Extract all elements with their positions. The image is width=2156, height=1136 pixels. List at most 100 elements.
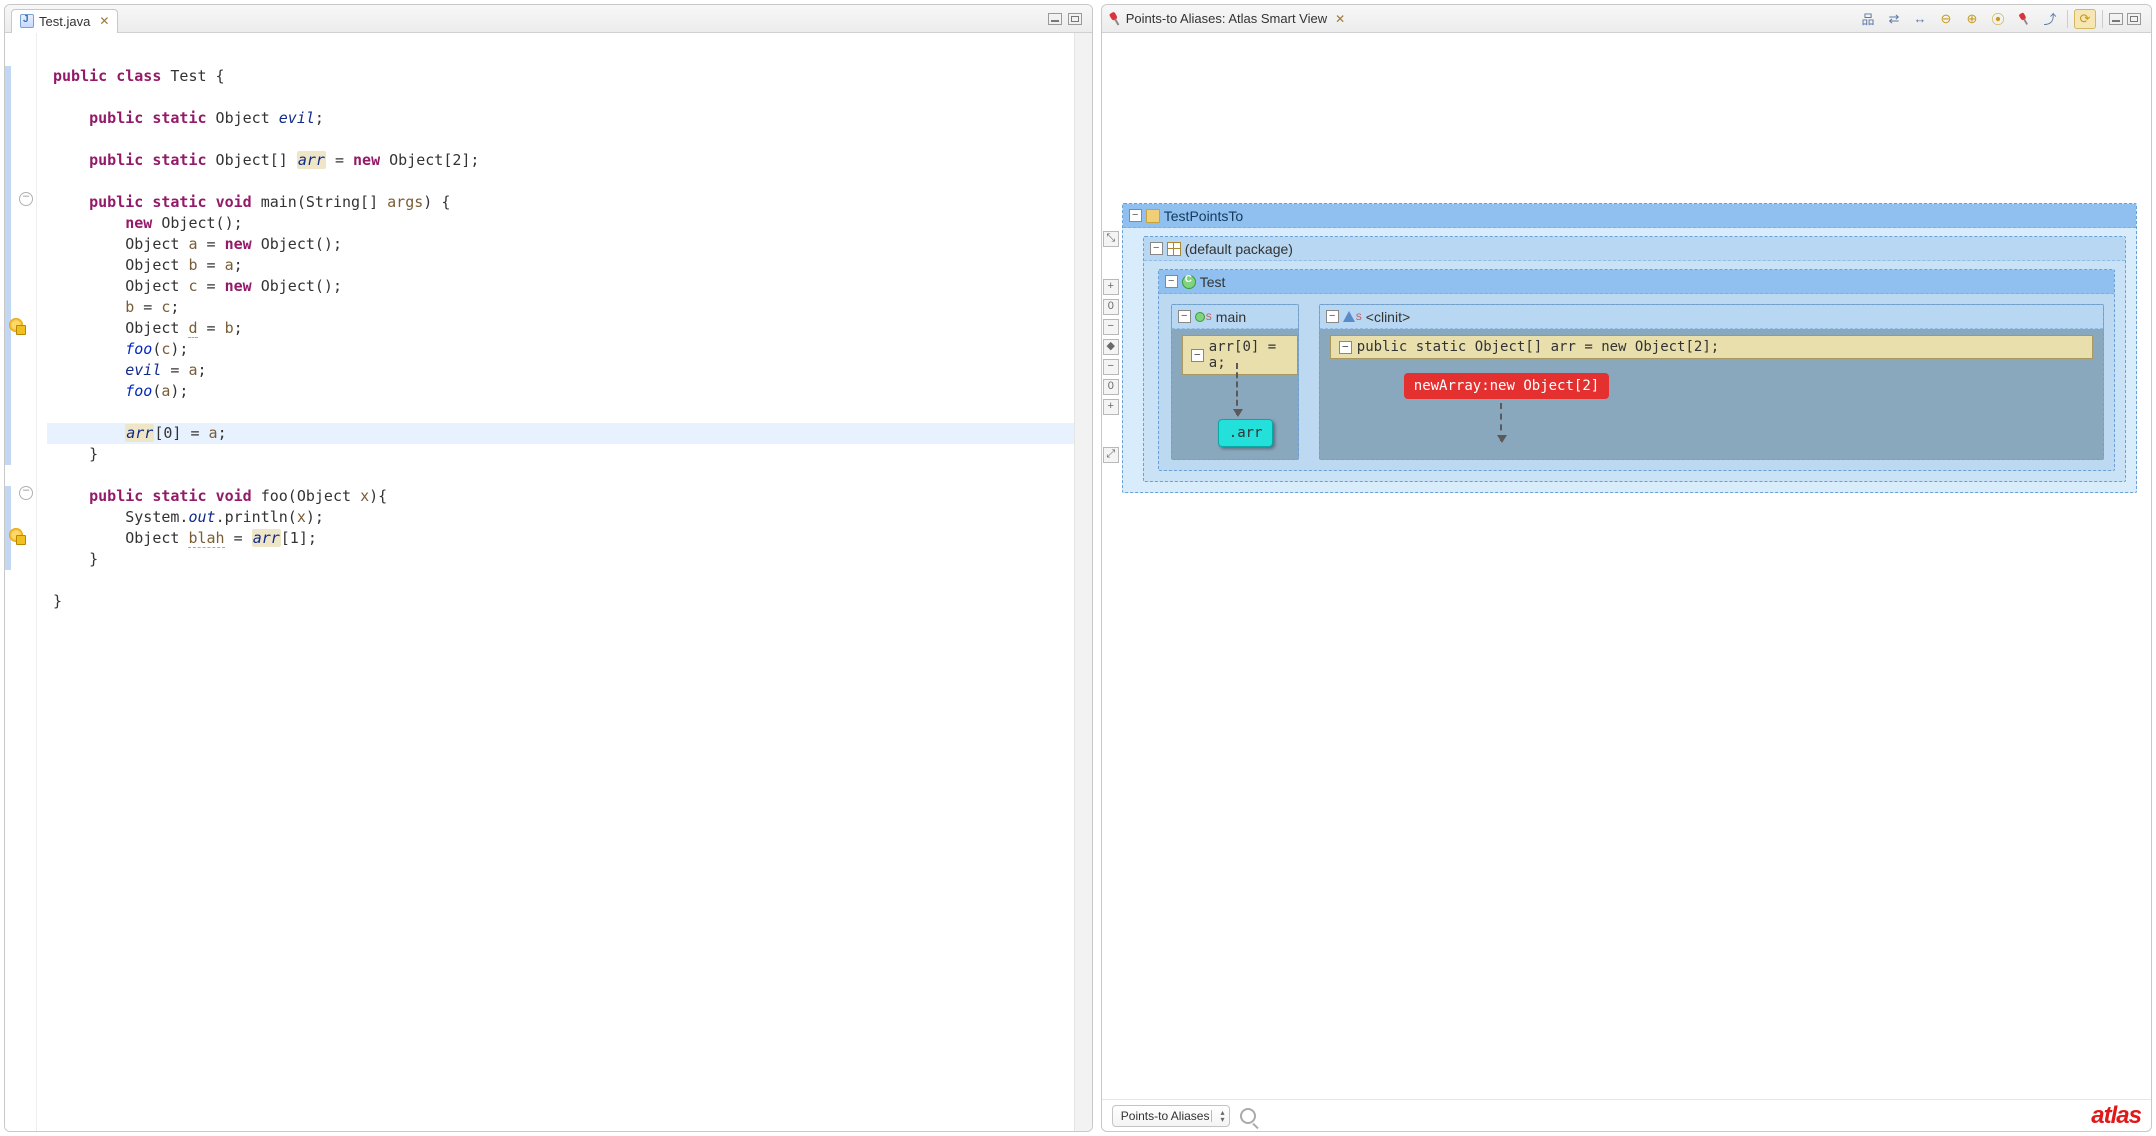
atlas-pane: Points-to Aliases: Atlas Smart View ✕ 品 … xyxy=(1101,4,2152,1132)
code-line[interactable]: evil = a; xyxy=(47,360,1074,381)
code-line[interactable]: Object b = a; xyxy=(47,255,1074,276)
java-file-icon xyxy=(20,14,34,28)
fold-minus-icon[interactable] xyxy=(19,486,33,500)
collapse-icon[interactable]: − xyxy=(1178,310,1191,323)
stmt-arr-decl-label: public static Object[] arr = new Object[… xyxy=(1357,339,1719,355)
graph-project-box[interactable]: − TestPointsTo − (default package) xyxy=(1122,203,2137,493)
code-line[interactable]: Object a = new Object(); xyxy=(47,234,1074,255)
collapse-icon[interactable]: − xyxy=(1326,310,1339,323)
folder-icon xyxy=(1146,209,1160,223)
graph-class-label: Test xyxy=(1200,274,1226,290)
graph-method-main[interactable]: − S main − arr[0] = a; .a xyxy=(1171,304,1299,460)
code-line[interactable] xyxy=(47,171,1074,192)
collapse-icon[interactable]: − xyxy=(1150,242,1163,255)
change-marker xyxy=(5,66,11,465)
fold-minus-icon[interactable] xyxy=(19,192,33,206)
editor-tabbar: Test.java ✕ xyxy=(5,5,1092,33)
zoom-in-icon[interactable]: ⊕ xyxy=(1961,9,1983,29)
code-line[interactable] xyxy=(47,402,1074,423)
zoom-out-icon[interactable]: ⊖ xyxy=(1935,9,1957,29)
code-line[interactable]: public static Object evil; xyxy=(47,108,1074,129)
code-line[interactable]: public static Object[] arr = new Object[… xyxy=(47,150,1074,171)
code-line[interactable]: public static void foo(Object x){ xyxy=(47,486,1074,507)
code-line[interactable]: Object blah = arr[1]; xyxy=(47,528,1074,549)
code-line[interactable]: b = c; xyxy=(47,297,1074,318)
chevron-updown-icon: ▴▾ xyxy=(1220,1109,1224,1123)
pin-toolbar-icon[interactable] xyxy=(2013,9,2035,29)
graph-edge xyxy=(1500,403,1502,441)
code-line[interactable]: Object d = b; xyxy=(47,318,1074,339)
graph-method-clinit[interactable]: − S <clinit> − public static Object[] ar… xyxy=(1319,304,2104,460)
maximize-icon[interactable] xyxy=(2127,13,2141,25)
code-line[interactable]: } xyxy=(47,444,1074,465)
node-new-array[interactable]: newArray:new Object[2] xyxy=(1404,373,1609,399)
code-line[interactable]: arr[0] = a; xyxy=(47,423,1074,444)
code-line[interactable] xyxy=(47,45,1074,66)
hierarchy-icon[interactable]: 品 xyxy=(1857,9,1879,29)
analysis-select-value: Points-to Aliases xyxy=(1121,1109,1210,1123)
fit-width-icon[interactable]: ↔ xyxy=(1909,9,1931,29)
search-icon[interactable] xyxy=(1240,1108,1256,1124)
close-icon[interactable]: ✕ xyxy=(1331,12,1345,26)
close-icon[interactable]: ✕ xyxy=(95,14,109,28)
stmt-arr-decl[interactable]: − public static Object[] arr = new Objec… xyxy=(1330,335,2093,359)
code-line[interactable]: foo(c); xyxy=(47,339,1074,360)
stmt-arr-assign[interactable]: − arr[0] = a; xyxy=(1182,335,1298,375)
static-init-icon xyxy=(1343,311,1355,322)
warning-icon[interactable] xyxy=(9,528,23,542)
maximize-icon[interactable] xyxy=(1068,13,1082,25)
warning-icon[interactable] xyxy=(9,318,23,332)
editor-body: public class Test { public static Object… xyxy=(5,33,1092,1131)
code-line[interactable]: } xyxy=(47,549,1074,570)
stmt-arr-assign-label: arr[0] = a; xyxy=(1209,339,1289,371)
code-line[interactable]: System.out.println(x); xyxy=(47,507,1074,528)
overview-ruler[interactable] xyxy=(1074,33,1092,1131)
graph-package-label: (default package) xyxy=(1185,241,1293,257)
code-line[interactable] xyxy=(47,465,1074,486)
export-icon[interactable]: ⤴ xyxy=(2039,9,2061,29)
collapse-icon[interactable]: − xyxy=(1191,349,1204,362)
zoom-reset-icon[interactable]: ⦿ xyxy=(1987,9,2009,29)
code-line[interactable]: public class Test { xyxy=(47,66,1074,87)
code-line[interactable] xyxy=(47,87,1074,108)
graph-class-box[interactable]: − Test − S main xyxy=(1158,269,2115,471)
node-arr-field-label: .arr xyxy=(1229,425,1263,441)
code-line[interactable]: public static void main(String[] args) { xyxy=(47,192,1074,213)
analysis-select[interactable]: Points-to Aliases ▴▾ xyxy=(1112,1105,1231,1127)
method-icon xyxy=(1195,312,1205,322)
code-line[interactable]: new Object(); xyxy=(47,213,1074,234)
pin-icon xyxy=(1105,9,1124,28)
atlas-tabbar: Points-to Aliases: Atlas Smart View ✕ 品 … xyxy=(1102,5,2151,33)
editor-tab-label: Test.java xyxy=(39,14,90,29)
editor-tab-test-java[interactable]: Test.java ✕ xyxy=(11,9,118,33)
class-icon xyxy=(1182,275,1196,289)
atlas-footer: Points-to Aliases ▴▾ atlas xyxy=(1102,1099,2151,1131)
minimize-icon[interactable] xyxy=(1048,13,1062,25)
atlas-toolbar: 品 ⇄ ↔ ⊖ ⊕ ⦿ ⤴ ⟳ xyxy=(1857,9,2145,29)
graph-method-main-label: main xyxy=(1216,309,1246,325)
node-arr-field[interactable]: .arr xyxy=(1218,419,1274,447)
editor-pane: Test.java ✕ public class Test { public s… xyxy=(4,4,1093,1132)
code-line[interactable] xyxy=(47,129,1074,150)
code-line[interactable]: foo(a); xyxy=(47,381,1074,402)
link-nodes-icon[interactable]: ⇄ xyxy=(1883,9,1905,29)
atlas-logo: atlas xyxy=(2091,1102,2141,1130)
graph-project-label: TestPointsTo xyxy=(1164,208,1243,224)
collapse-icon[interactable]: − xyxy=(1339,341,1352,354)
code-line[interactable]: Object c = new Object(); xyxy=(47,276,1074,297)
sync-icon[interactable]: ⟳ xyxy=(2074,9,2096,29)
node-new-array-label: newArray:new Object[2] xyxy=(1414,378,1599,394)
code-line[interactable]: } xyxy=(47,591,1074,612)
collapse-icon[interactable]: − xyxy=(1129,209,1142,222)
editor-gutter[interactable] xyxy=(5,33,37,1131)
minimize-icon[interactable] xyxy=(2109,13,2123,25)
atlas-graph-canvas[interactable]: ⤡ + 0 − ◆ − 0 + ⤢ − TestPointsTo xyxy=(1102,33,2151,1099)
graph-package-box[interactable]: − (default package) − Test xyxy=(1143,236,2126,482)
package-icon xyxy=(1167,242,1181,256)
graph-method-clinit-label: <clinit> xyxy=(1366,309,1410,325)
editor-window-controls xyxy=(1048,13,1086,25)
code-line[interactable] xyxy=(47,570,1074,591)
collapse-icon[interactable]: − xyxy=(1165,275,1178,288)
atlas-view-title: Points-to Aliases: Atlas Smart View xyxy=(1126,11,1327,26)
code-area[interactable]: public class Test { public static Object… xyxy=(37,33,1074,1131)
